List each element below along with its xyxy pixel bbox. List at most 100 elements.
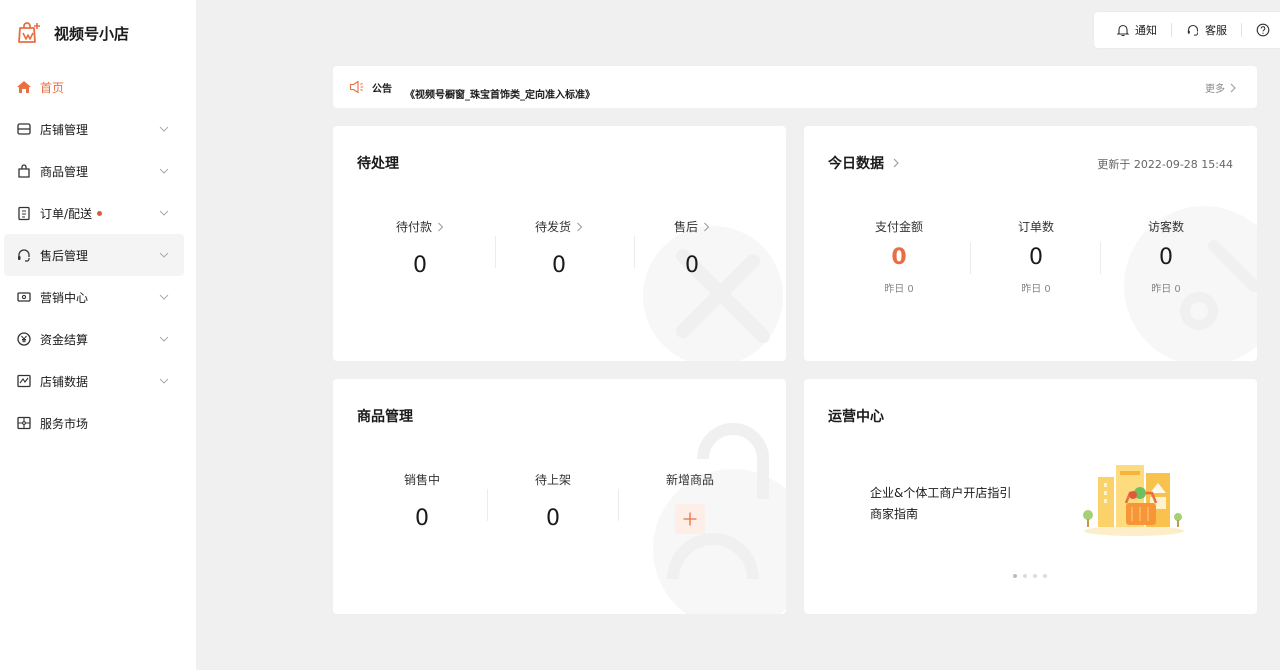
brand[interactable]: 视频号小店 (16, 20, 129, 46)
chevron-right-icon (438, 222, 444, 231)
chevron-down-icon (159, 210, 169, 216)
operations-center-card: 运营中心 企业&个体工商户开店指引 商家指南 (804, 379, 1257, 614)
sidebar-item-label: 服务市场 (40, 416, 89, 431)
yen-icon (17, 332, 31, 346)
sidebar-item-label: 商品管理 (40, 164, 89, 179)
notify-label: 通知 (1135, 24, 1157, 37)
today-stat-payment: 支付金额 0 昨日 0 (859, 218, 939, 295)
banner-line-1: 企业&个体工商户开店指引 (870, 486, 1012, 500)
chevron-down-icon (159, 378, 169, 384)
sidebar-item-orders[interactable]: 订单/配送 (4, 192, 184, 234)
sidebar: 视频号小店 首页 店铺管理 商品管理 订单/配送 售后管理 营销中心 资金结算 … (0, 0, 196, 670)
shop-bag-logo-icon (18, 22, 40, 43)
stat-value: 0 (1159, 245, 1173, 270)
stat-divider (618, 489, 619, 521)
product-stat-pending-listing[interactable]: 待上架 0 (513, 471, 593, 531)
stat-yesterday: 昨日 0 (884, 284, 914, 295)
stat-label: 待付款 (395, 220, 432, 234)
stat-divider (1100, 242, 1101, 274)
add-product-box[interactable] (675, 504, 705, 534)
update-timestamp: 更新于 2022-09-28 15:44 (1097, 158, 1233, 171)
sidebar-item-settlement[interactable]: 资金结算 (4, 318, 184, 360)
stat-value: 0 (546, 506, 560, 531)
headset-icon (18, 249, 30, 262)
chevron-right-icon (577, 222, 583, 231)
add-product-button[interactable]: 新增商品 (650, 471, 730, 534)
chevron-right-icon (893, 158, 899, 168)
plus-icon (683, 512, 697, 526)
pending-stat-payment[interactable]: 待付款 0 (380, 218, 460, 278)
stat-value: 0 (891, 245, 907, 270)
sidebar-item-label: 营销中心 (40, 290, 89, 305)
sidebar-item-service-market[interactable]: 服务市场 (4, 402, 184, 444)
headset-icon (1187, 24, 1199, 36)
stat-value: 0 (413, 253, 427, 278)
sidebar-item-label: 店铺管理 (40, 122, 89, 137)
chevron-down-icon (159, 336, 169, 342)
stat-label: 待上架 (534, 473, 571, 487)
sidebar-nav: 首页 店铺管理 商品管理 订单/配送 售后管理 营销中心 资金结算 店铺数据 服… (4, 66, 184, 444)
announcement-label: 公告 (372, 84, 392, 95)
stat-label: 售后 (673, 220, 698, 234)
stat-label: 支付金额 (874, 220, 923, 234)
operations-center-title: 运营中心 (828, 409, 884, 425)
carousel-dot[interactable] (1033, 574, 1037, 578)
notify-button[interactable]: 通知 (1116, 22, 1157, 38)
stat-divider (634, 236, 635, 268)
announcement-link[interactable]: 《视频号橱窗_珠宝首饰类_定向准入标准》 (405, 86, 595, 101)
carousel-dot[interactable] (1023, 574, 1027, 578)
product-stat-on-sale[interactable]: 销售中 0 (382, 471, 462, 531)
pending-stat-shipping[interactable]: 待发货 0 (519, 218, 599, 278)
carousel-dot[interactable] (1013, 574, 1017, 578)
today-stat-orders: 订单数 0 昨日 0 (996, 218, 1076, 295)
sidebar-item-home[interactable]: 首页 (4, 66, 184, 108)
today-data-card: 今日数据 更新于 2022-09-28 15:44 支付金额 0 昨日 0 订单… (804, 126, 1257, 361)
stat-value: 0 (552, 253, 566, 278)
announcement-bar: 公告 《视频号橱窗_珠宝首饰类_定向准入标准》 更多 (333, 66, 1257, 108)
chevron-right-icon (704, 222, 710, 231)
sidebar-item-after-sales[interactable]: 售后管理 (4, 234, 184, 276)
product-management-title: 商品管理 (357, 409, 413, 425)
pending-stat-after-sales[interactable]: 售后 0 (652, 218, 732, 278)
help-button[interactable] (1256, 23, 1275, 37)
sidebar-item-products[interactable]: 商品管理 (4, 150, 184, 192)
top-toolbar: 通知 客服 (1094, 12, 1280, 48)
customer-service-label: 客服 (1205, 24, 1227, 37)
today-data-title-link[interactable]: 今日数据 (828, 153, 900, 173)
toolbar-divider (1171, 23, 1172, 37)
clipboard-icon (18, 206, 30, 221)
stat-label: 销售中 (403, 473, 440, 487)
today-stat-visitors: 访客数 0 昨日 0 (1126, 218, 1206, 295)
chevron-right-icon (1230, 83, 1236, 92)
stat-value: 0 (1029, 245, 1043, 270)
pending-card: 待处理 待付款 0 待发货 0 售后 0 (333, 126, 786, 361)
chart-icon (17, 374, 31, 388)
more-label: 更多 (1205, 84, 1225, 95)
stat-yesterday: 昨日 0 (1021, 284, 1051, 295)
sidebar-item-marketing[interactable]: 营销中心 (4, 276, 184, 318)
banner-line-2: 商家指南 (870, 507, 919, 521)
sidebar-item-label: 售后管理 (40, 248, 89, 263)
shopping-bag-icon (18, 164, 30, 178)
carousel-dot[interactable] (1043, 574, 1047, 578)
notification-dot (97, 210, 103, 216)
stat-label: 待发货 (534, 220, 571, 234)
megaphone-icon (349, 80, 363, 94)
stat-yesterday: 昨日 0 (1151, 284, 1181, 295)
puzzle-icon (17, 416, 31, 430)
sidebar-item-label: 店铺数据 (40, 374, 89, 389)
help-icon (1256, 23, 1270, 37)
ticket-icon (17, 292, 31, 302)
sidebar-item-store[interactable]: 店铺管理 (4, 108, 184, 150)
today-data-title: 今日数据 (828, 156, 884, 172)
chevron-down-icon (159, 168, 169, 174)
stat-label: 访客数 (1147, 220, 1184, 234)
stat-label: 新增商品 (665, 473, 714, 487)
sidebar-item-store-data[interactable]: 店铺数据 (4, 360, 184, 402)
customer-service-button[interactable]: 客服 (1186, 22, 1227, 38)
chevron-down-icon (159, 252, 169, 258)
bell-icon (1116, 24, 1130, 37)
chevron-down-icon (159, 294, 169, 300)
product-management-card: 商品管理 销售中 0 待上架 0 新增商品 (333, 379, 786, 614)
announcement-more-link[interactable]: 更多 (1205, 80, 1237, 95)
